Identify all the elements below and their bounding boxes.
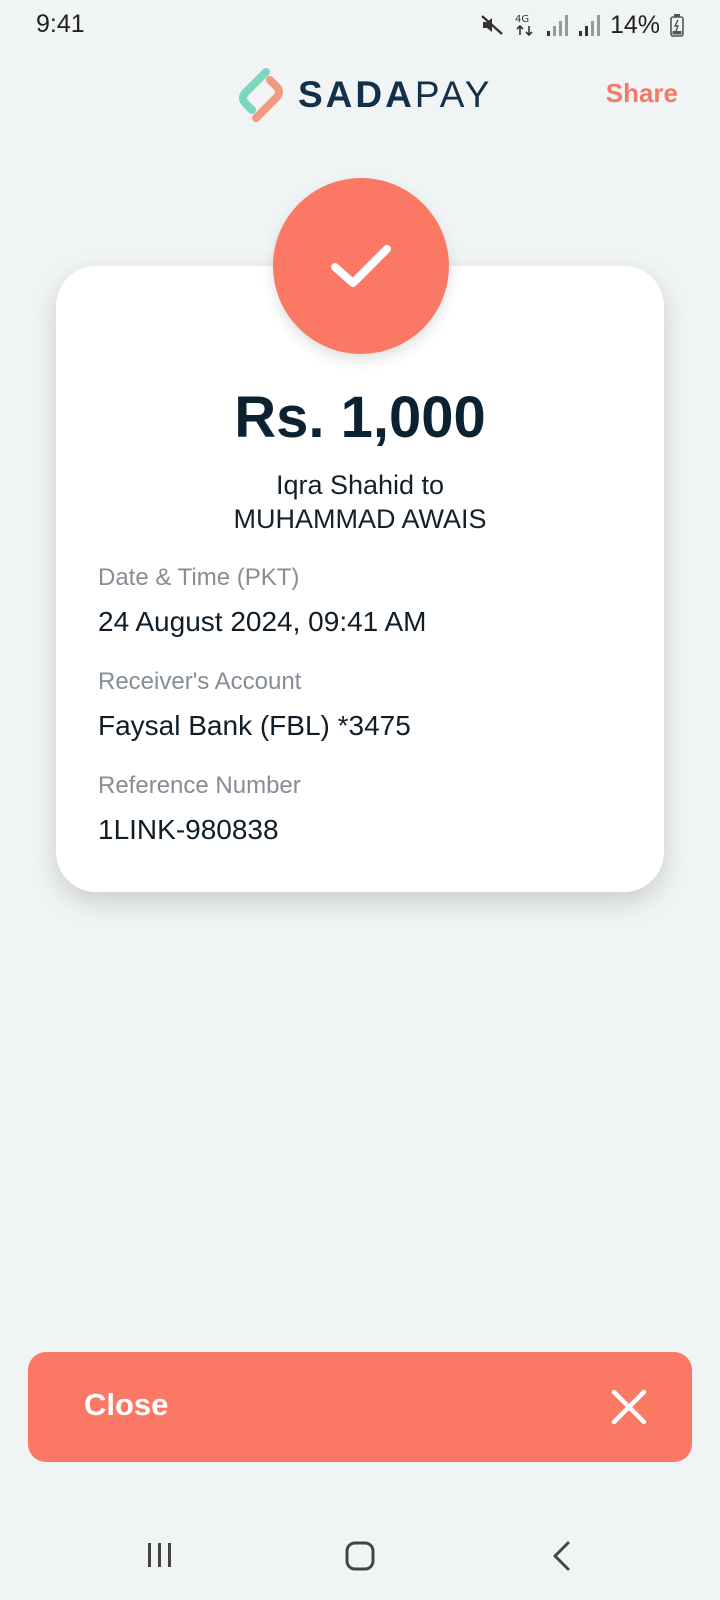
date-time-label: Date & Time (PKT) <box>98 564 300 591</box>
checkmark-icon <box>331 245 391 287</box>
reference-number-label: Reference Number <box>98 772 301 799</box>
sadapay-logo-icon <box>239 68 283 122</box>
battery-percent: 14% <box>609 10 660 39</box>
amount: Rs. 1,000 <box>234 385 486 450</box>
battery-charging-icon <box>670 14 684 37</box>
status-time: 9:41 <box>36 10 85 38</box>
header: SADAPAY Share <box>0 60 720 130</box>
brand-name: SADAPAY <box>298 74 492 116</box>
close-label: Close <box>84 1387 169 1422</box>
mute-icon <box>481 15 503 35</box>
status-icons: 4G 14% <box>480 10 684 40</box>
receiver-account-value: Faysal Bank (FBL) *3475 <box>98 710 411 741</box>
status-bar: 9:41 4G 14% <box>0 0 720 50</box>
receiver-name: MUHAMMAD AWAIS <box>233 504 487 534</box>
close-button[interactable]: Close <box>28 1352 692 1462</box>
back-icon[interactable] <box>550 1540 572 1572</box>
svg-text:4G: 4G <box>515 14 529 25</box>
signal-icon <box>546 15 568 36</box>
receiver-account-label: Receiver's Account <box>98 668 302 695</box>
signal-icon <box>578 15 600 36</box>
close-icon <box>611 1389 647 1425</box>
brand-name-part2: PAY <box>414 74 493 115</box>
brand-name-part1: SADA <box>298 74 415 115</box>
network-4g-icon: 4G <box>515 14 533 37</box>
receipt-card: Rs. 1,000 Iqra Shahid to MUHAMMAD AWAIS … <box>56 266 664 892</box>
home-icon[interactable] <box>344 1540 376 1572</box>
recent-apps-icon[interactable] <box>146 1540 174 1570</box>
date-time-value: 24 August 2024, 09:41 AM <box>98 606 427 637</box>
payment-receipt-screen: 9:41 4G 14% SADAPAY Share Rs. 1,000 Iqra… <box>0 0 720 1600</box>
system-nav-bar <box>0 1500 720 1600</box>
reference-number-value: 1LINK-980838 <box>98 814 279 845</box>
transfer-parties: Iqra Shahid to MUHAMMAD AWAIS <box>56 468 664 536</box>
brand-logo: SADAPAY <box>236 64 492 126</box>
success-badge <box>273 178 449 354</box>
sender-line: Iqra Shahid to <box>275 470 445 500</box>
share-button[interactable]: Share <box>606 78 678 109</box>
